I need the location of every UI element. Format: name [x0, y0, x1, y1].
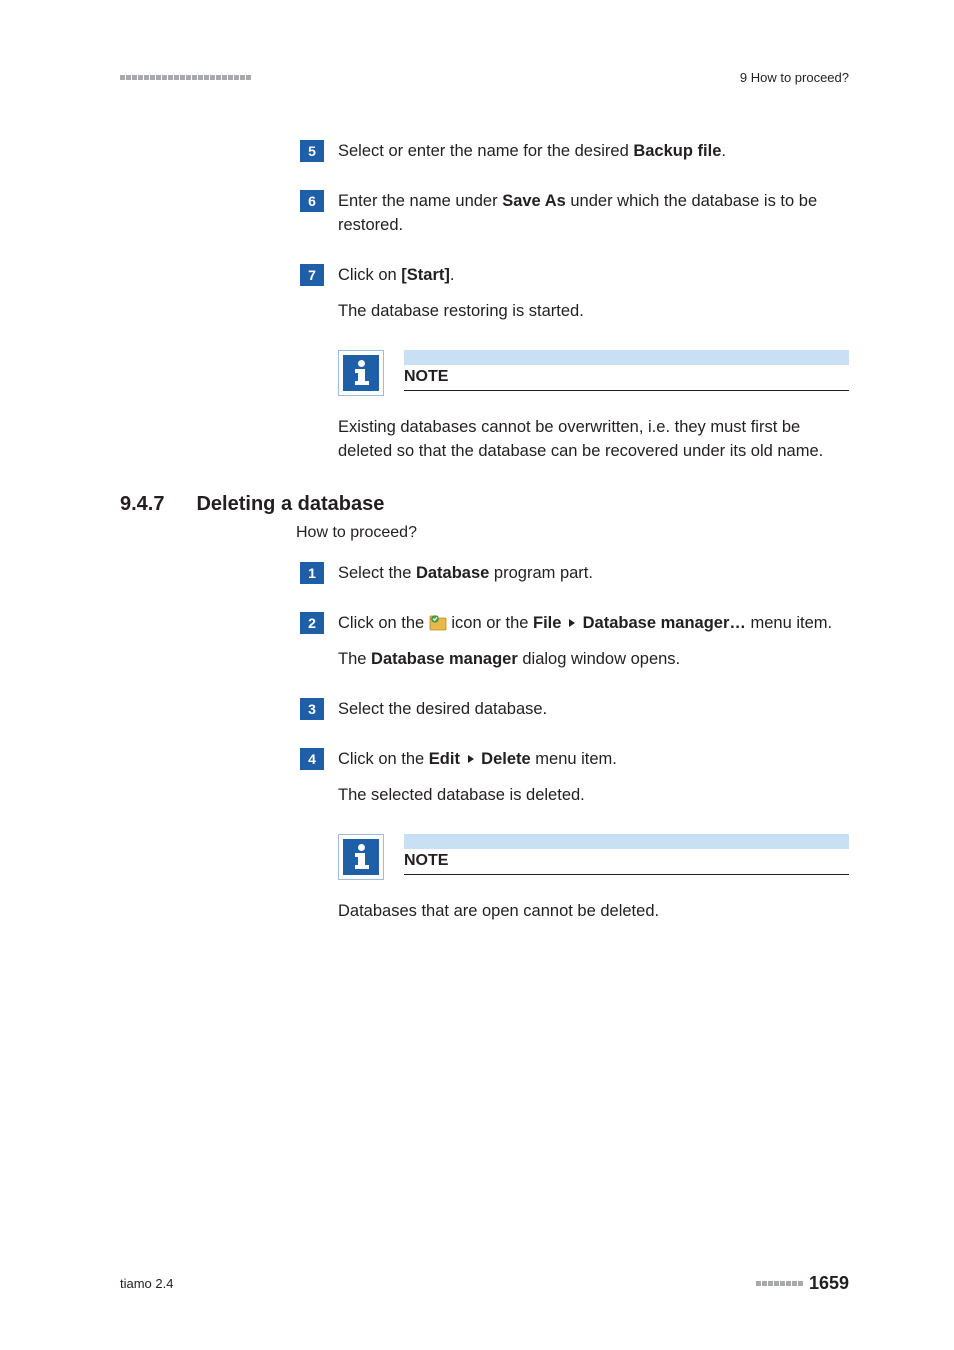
note-block-1: NOTE Existing databases cannot be overwr…	[338, 350, 849, 464]
section-number: 9.4.7	[120, 493, 164, 516]
note-title: NOTE	[404, 849, 849, 875]
note-title: NOTE	[404, 365, 849, 391]
info-icon	[338, 834, 384, 880]
content-area-2: 1 Select the Database program part. 2 Click…	[300, 562, 849, 923]
step: 4 Click on the Edit Delete menu item. The …	[300, 748, 849, 808]
steps-group-b: 1 Select the Database program part. 2 Click…	[300, 562, 849, 808]
step-text: Click on the Edit Delete menu item.	[338, 748, 849, 772]
step-number: 2	[300, 612, 324, 634]
step-result: The selected database is deleted.	[338, 784, 849, 808]
step-body: Select the Database program part.	[338, 562, 849, 586]
step: 6 Enter the name under Save As under whic…	[300, 190, 849, 238]
page-header: 9 How to proceed?	[120, 70, 849, 85]
step-text: Enter the name under Save As under which…	[338, 190, 849, 238]
step: 5 Select or enter the name for the desire…	[300, 140, 849, 164]
step-text: Click on the icon or the File Database m…	[338, 612, 849, 636]
step-body: Select the desired database.	[338, 698, 849, 722]
step-number: 3	[300, 698, 324, 720]
note-accent-bar	[404, 350, 849, 365]
info-icon	[338, 350, 384, 396]
footer-dots-decoration	[756, 1281, 803, 1286]
step: 7 Click on [Start]. The database restoring…	[300, 264, 849, 324]
content-area: 5 Select or enter the name for the desire…	[300, 140, 849, 463]
step-text: Select the Database program part.	[338, 562, 849, 586]
step-result: The database restoring is started.	[338, 300, 849, 324]
menu-arrow-icon	[569, 619, 575, 627]
section-subtitle: How to proceed?	[296, 524, 849, 542]
step: 3 Select the desired database.	[300, 698, 849, 722]
note-accent-bar	[404, 834, 849, 849]
step-body: Enter the name under Save As under which…	[338, 190, 849, 238]
header-chapter-label: 9 How to proceed?	[740, 70, 849, 85]
step-text: Click on [Start].	[338, 264, 849, 288]
section-heading: 9.4.7 Deleting a database	[120, 493, 849, 516]
page-number: 1659	[809, 1273, 849, 1294]
step-body: Select or enter the name for the desired…	[338, 140, 849, 164]
step-body: Click on the Edit Delete menu item. The s…	[338, 748, 849, 808]
note-text: Existing databases cannot be overwritten…	[338, 416, 849, 464]
note-block-2: NOTE Databases that are open cannot be d…	[338, 834, 849, 924]
step-number: 1	[300, 562, 324, 584]
step-text: Select the desired database.	[338, 698, 849, 722]
step-text: Select or enter the name for the desired…	[338, 140, 849, 164]
step-body: Click on [Start]. The database restoring …	[338, 264, 849, 324]
step: 1 Select the Database program part.	[300, 562, 849, 586]
step-number: 5	[300, 140, 324, 162]
step-number: 6	[300, 190, 324, 212]
step-result: The Database manager dialog window opens…	[338, 648, 849, 672]
note-text: Databases that are open cannot be delete…	[338, 900, 849, 924]
page-footer: tiamo 2.4 1659	[120, 1273, 849, 1294]
step: 2 Click on the icon or the File Database …	[300, 612, 849, 672]
steps-group-a: 5 Select or enter the name for the desire…	[300, 140, 849, 324]
step-number: 4	[300, 748, 324, 770]
step-number: 7	[300, 264, 324, 286]
section-title: Deleting a database	[196, 493, 384, 516]
step-body: Click on the icon or the File Database m…	[338, 612, 849, 672]
menu-arrow-icon	[468, 755, 474, 763]
header-dots-decoration	[120, 75, 251, 80]
database-icon	[429, 613, 447, 631]
footer-left: tiamo 2.4	[120, 1276, 173, 1291]
